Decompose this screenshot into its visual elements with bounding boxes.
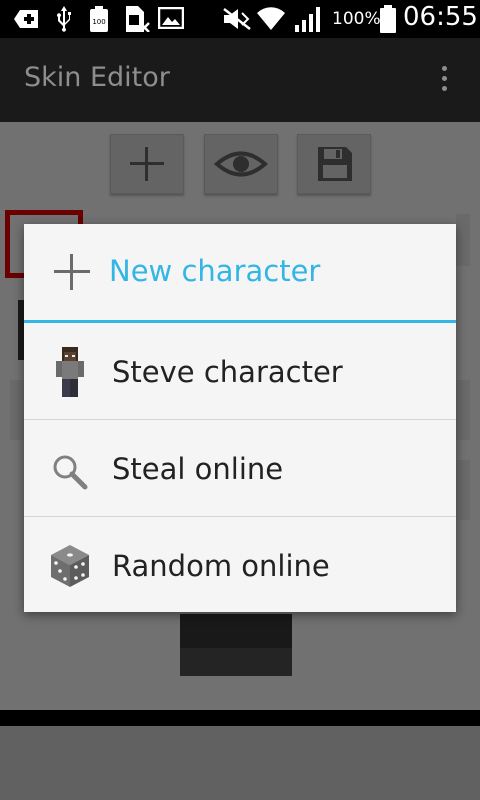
wifi-icon (257, 7, 285, 31)
menu-item-label: Steal online (112, 452, 284, 486)
svg-text:100: 100 (92, 18, 105, 26)
eye-icon (213, 151, 269, 177)
save-icon (318, 147, 352, 181)
side-control (456, 380, 470, 440)
sim-icon (126, 6, 150, 32)
add-button[interactable] (110, 134, 184, 194)
image-icon (158, 7, 184, 29)
add-icon (14, 10, 38, 28)
menu-item-label: Steve character (112, 355, 343, 389)
battery-icon (380, 5, 396, 33)
plus-icon (130, 147, 164, 181)
steve-character-icon (56, 347, 84, 397)
app-title: Skin Editor (24, 62, 170, 93)
preview-button[interactable] (204, 134, 278, 194)
mute-icon (223, 8, 251, 30)
save-button[interactable] (297, 134, 371, 194)
skin-preview (180, 614, 292, 676)
status-bar: 100 100% 06:55 (0, 0, 480, 38)
side-control (456, 460, 470, 520)
search-icon (53, 455, 88, 490)
dialog-header: New character (24, 224, 456, 322)
overflow-menu-icon[interactable] (432, 66, 456, 96)
dialog-title: New character (109, 254, 321, 288)
dice-icon (51, 545, 89, 587)
plus-icon (54, 254, 90, 290)
signal-icon (295, 7, 320, 32)
divider-bar (0, 710, 480, 726)
side-control (456, 214, 470, 266)
menu-item-steve-character[interactable]: Steve character (24, 323, 456, 420)
battery-100-icon: 100 (90, 6, 108, 32)
clock: 06:55 (403, 2, 478, 32)
menu-item-label: Random online (112, 549, 330, 583)
menu-item-steal-online[interactable]: Steal online (24, 420, 456, 517)
menu-item-random-online[interactable]: Random online (24, 517, 456, 614)
usb-icon (57, 6, 71, 32)
new-character-dialog: New character Steve character Steal onli… (24, 224, 456, 612)
battery-percent: 100% (332, 9, 381, 29)
action-bar: Skin Editor (0, 38, 480, 122)
bottom-area (0, 726, 480, 800)
